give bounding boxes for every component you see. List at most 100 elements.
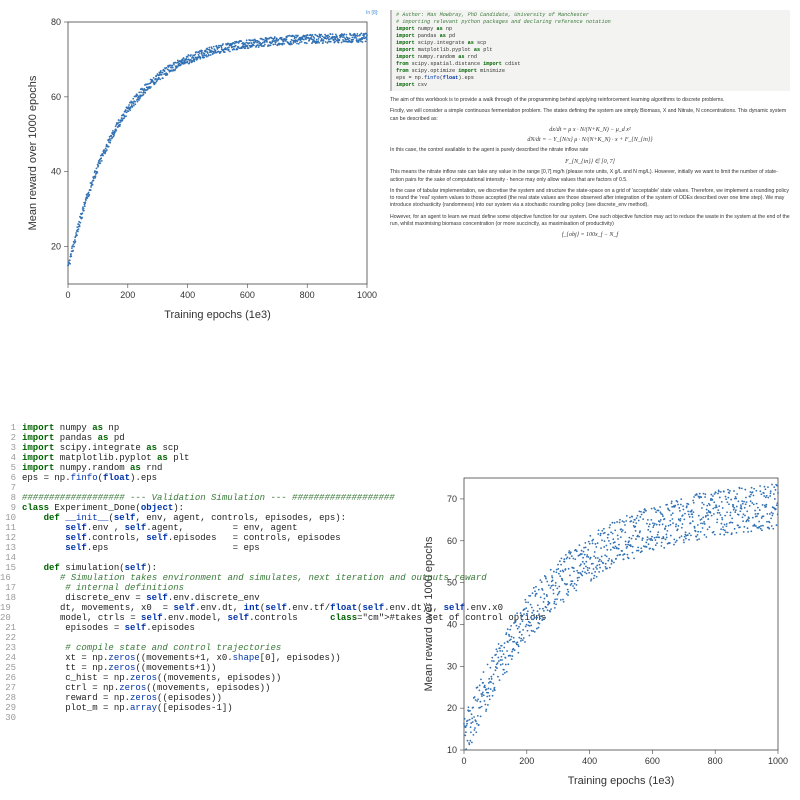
svg-text:600: 600: [645, 756, 660, 766]
equation-4: f_{obj} = 100x_f − N_f: [390, 232, 790, 238]
line-number: 10: [0, 513, 22, 523]
code-line: 6eps = np.finfo(float).eps: [0, 473, 415, 483]
code-line: 12 self.controls, self.episodes = contro…: [0, 533, 415, 543]
line-number: 6: [0, 473, 22, 483]
svg-text:400: 400: [180, 290, 195, 300]
line-number: 11: [0, 523, 22, 533]
code-line: 23 # compile state and control trajector…: [0, 643, 415, 653]
svg-text:80: 80: [51, 17, 61, 27]
line-number: 3: [0, 443, 22, 453]
line-number: 14: [0, 553, 22, 563]
code-line: 24 xt = np.zeros((movements+1, x0.shape[…: [0, 653, 415, 663]
line-number: 19: [0, 603, 17, 613]
code-line: 21 episodes = self.episodes: [0, 623, 415, 633]
svg-text:30: 30: [447, 661, 457, 671]
line-number: 2: [0, 433, 22, 443]
code-line: 27 ctrl = np.zeros((movements, episodes)…: [0, 683, 415, 693]
notebook-code: # Author: Max Mowbray, PhD Candidate, Un…: [390, 10, 790, 91]
svg-text:20: 20: [447, 703, 457, 713]
code-line: 5import numpy.random as rnd: [0, 463, 415, 473]
line-number: 26: [0, 673, 22, 683]
svg-text:50: 50: [447, 578, 457, 588]
svg-text:10: 10: [447, 745, 457, 755]
line-number: 13: [0, 543, 22, 553]
notebook-prose-2: Firstly, we will consider a simple conti…: [390, 108, 790, 123]
svg-text:Training epochs (1e3): Training epochs (1e3): [164, 309, 271, 321]
code-line: 15 def simulation(self):: [0, 563, 415, 573]
code-line: 16 # Simulation takes environment and si…: [0, 573, 415, 583]
svg-text:1000: 1000: [357, 290, 377, 300]
line-number: 8: [0, 493, 22, 503]
svg-text:200: 200: [519, 756, 534, 766]
svg-text:800: 800: [708, 756, 723, 766]
code-listing: 1import numpy as np2import pandas as pd3…: [0, 423, 415, 793]
line-number: 12: [0, 533, 22, 543]
svg-text:60: 60: [447, 536, 457, 546]
code-line: 9class Experiment_Done(object):: [0, 503, 415, 513]
code-line: 30: [0, 713, 415, 723]
code-line: 26 c_hist = np.zeros((movements, episode…: [0, 673, 415, 683]
line-number: 24: [0, 653, 22, 663]
code-line: 4import matplotlib.pyplot as plt: [0, 453, 415, 463]
line-number: 1: [0, 423, 22, 433]
line-number: 28: [0, 693, 22, 703]
code-line: 10 def __init__(self, env, agent, contro…: [0, 513, 415, 523]
reward-chart-top: 0200400600800100020406080Training epochs…: [22, 14, 377, 324]
line-number: 27: [0, 683, 22, 693]
line-number: 22: [0, 633, 22, 643]
equation-1: dx/dt = μ x · N/(N+K_N) − μ_d x²: [390, 127, 790, 133]
code-line: 13 self.eps = eps: [0, 543, 415, 553]
code-line: 19 dt, movements, x0 = self.env.dt, int(…: [0, 603, 415, 613]
code-line: 17 # internal definitions: [0, 583, 415, 593]
code-line: 14: [0, 553, 415, 563]
svg-text:200: 200: [120, 290, 135, 300]
code-line: 11 self.env , self.agent, = env, agent: [0, 523, 415, 533]
code-line: 7: [0, 483, 415, 493]
svg-text:1000: 1000: [768, 756, 788, 766]
code-line: 22: [0, 633, 415, 643]
svg-text:60: 60: [51, 92, 61, 102]
code-line: 28 reward = np.zeros((episodes)): [0, 693, 415, 703]
notebook-prose-5: In the case of tabular implementation, w…: [390, 188, 790, 210]
code-line: 18 discrete_env = self.env.discrete_env: [0, 593, 415, 603]
svg-text:Training epochs (1e3): Training epochs (1e3): [568, 775, 675, 787]
svg-text:70: 70: [447, 494, 457, 504]
code-line: 2import pandas as pd: [0, 433, 415, 443]
line-number: 20: [0, 613, 17, 623]
line-number: 4: [0, 453, 22, 463]
svg-text:400: 400: [582, 756, 597, 766]
svg-text:Mean reward over 1000 epochs: Mean reward over 1000 epochs: [423, 536, 435, 691]
notebook-prose-6: However, for an agent to learn we must d…: [390, 214, 790, 229]
equation-2: dN/dt = − Y_{N/x} μ · N/(N+K_N) · x + F_…: [390, 137, 790, 143]
line-number: 16: [0, 573, 17, 583]
line-number: 18: [0, 593, 22, 603]
svg-text:20: 20: [51, 242, 61, 252]
svg-text:600: 600: [240, 290, 255, 300]
svg-text:0: 0: [461, 756, 466, 766]
notebook-cell: In [8]: # Author: Max Mowbray, PhD Candi…: [390, 10, 790, 350]
line-number: 17: [0, 583, 22, 593]
code-line: 1import numpy as np: [0, 423, 415, 433]
svg-text:Mean reward over 1000 epochs: Mean reward over 1000 epochs: [27, 75, 39, 230]
line-number: 29: [0, 703, 22, 713]
code-line: 25 tt = np.zeros((movements+1)): [0, 663, 415, 673]
code-line: 3import scipy.integrate as scp: [0, 443, 415, 453]
notebook-prose-3: In this case, the control available to t…: [390, 147, 790, 154]
notebook-prose-4: This means the nitrate inflow rate can t…: [390, 169, 790, 184]
code-line: 20 model, ctrls = self.env.model, self.c…: [0, 613, 415, 623]
code-line: 29 plot_m = np.array([episodes-1]): [0, 703, 415, 713]
line-number: 7: [0, 483, 22, 493]
svg-text:40: 40: [51, 167, 61, 177]
equation-3: F_{N_{in}} ∈ [0, 7]: [390, 158, 790, 165]
line-number: 15: [0, 563, 22, 573]
svg-text:0: 0: [65, 290, 70, 300]
line-number: 21: [0, 623, 22, 633]
code-line: 8################### --- Validation Simu…: [0, 493, 415, 503]
cell-label: In [8]:: [366, 10, 379, 16]
line-number: 25: [0, 663, 22, 673]
notebook-prose-1: The aim of this workbook is to provide a…: [390, 97, 790, 104]
line-number: 9: [0, 503, 22, 513]
line-number: 23: [0, 643, 22, 653]
line-number: 30: [0, 713, 22, 723]
svg-text:40: 40: [447, 619, 457, 629]
